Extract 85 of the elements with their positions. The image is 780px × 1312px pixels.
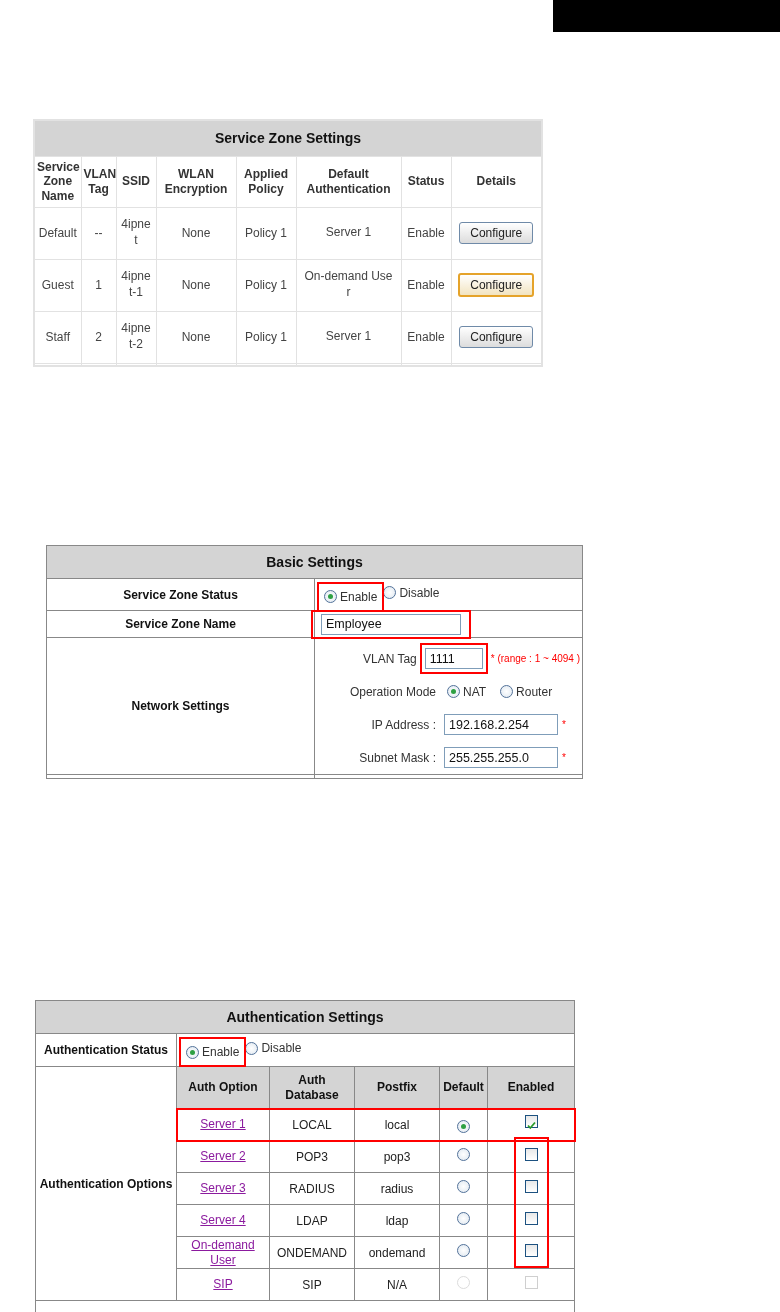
field-label: Authentication Status — [35, 1033, 177, 1067]
table-cell: Enable — [401, 207, 451, 259]
table-cell: Policy 1 — [236, 207, 296, 259]
table-cell: None — [156, 311, 236, 363]
default-radio[interactable] — [457, 1211, 470, 1225]
table-cell: 2 — [81, 311, 116, 363]
enabled-checkbox[interactable] — [524, 1179, 538, 1193]
column-header: WLAN Encryption — [156, 156, 236, 207]
column-header: Default — [439, 1066, 488, 1109]
default-radio[interactable] — [457, 1243, 470, 1257]
table-cell: ldap — [354, 1204, 440, 1237]
table-cell: ONDEMAND — [269, 1236, 355, 1269]
subnet-mask-field[interactable]: 255.255.255.0 — [444, 747, 558, 768]
column-header: Postfix — [354, 1066, 440, 1109]
table-cell: None — [156, 259, 236, 311]
column-header: Enabled — [487, 1066, 575, 1109]
column-header: Status — [401, 156, 451, 207]
status-radio[interactable]: Enable — [321, 585, 381, 608]
enabled-checkbox[interactable] — [524, 1243, 538, 1257]
radio-icon[interactable] — [324, 590, 337, 603]
field-label: Authentication Options — [35, 1066, 177, 1301]
radio-icon[interactable] — [500, 685, 514, 698]
table-cell: ondemand — [354, 1236, 440, 1269]
table-cell: RADIUS — [269, 1172, 355, 1205]
range-hint: * (range : 1 ~ 4094 ) — [490, 652, 580, 666]
table-cell: N/A — [354, 1268, 440, 1301]
table-cell: radius — [354, 1172, 440, 1205]
table-cell: POP3 — [269, 1140, 355, 1173]
table-cell: None — [156, 207, 236, 259]
column-header: Applied Policy — [236, 156, 296, 207]
column-header: Service Zone Name — [34, 156, 81, 207]
mode-radio[interactable]: NAT — [444, 680, 490, 703]
configure-button[interactable]: Configure — [459, 222, 534, 244]
column-header: Default Authentication — [296, 156, 401, 207]
field-label: Network Settings — [46, 637, 315, 775]
table-title: Authentication Settings — [35, 1000, 575, 1034]
table-cell: Policy 1 — [236, 311, 296, 363]
table-cell: Policy 1 — [236, 259, 296, 311]
default-radio[interactable] — [457, 1119, 470, 1133]
required-mark: * — [562, 718, 566, 732]
table-cell: -- — [81, 207, 116, 259]
column-header: Auth Option — [176, 1066, 270, 1109]
default-radio[interactable] — [457, 1147, 470, 1161]
table-title: Basic Settings — [46, 545, 583, 579]
table-cell: LDAP — [269, 1204, 355, 1237]
required-mark: * — [562, 751, 566, 765]
name-field[interactable]: Employee — [321, 613, 461, 635]
table-cell: Guest — [34, 259, 81, 311]
radio-icon[interactable] — [447, 685, 460, 698]
field-label: Service Zone Status — [46, 578, 315, 611]
enabled-checkbox[interactable] — [524, 1147, 538, 1161]
table-cell: Staff — [34, 311, 81, 363]
field-label: IP Address : — [370, 716, 436, 734]
column-header: VLAN Tag — [81, 156, 116, 207]
ip-address-field[interactable]: 192.168.2.254 — [444, 714, 558, 735]
enabled-checkbox[interactable] — [524, 1211, 538, 1225]
table-title: Service Zone Settings — [34, 120, 543, 156]
table-cell: SIP — [269, 1268, 355, 1301]
default-radio[interactable] — [457, 1179, 470, 1193]
mode-radio[interactable]: Router — [497, 680, 556, 703]
table-cell: On-demand User — [296, 259, 401, 311]
table-cell: pop3 — [354, 1140, 440, 1173]
radio-icon[interactable] — [186, 1045, 199, 1059]
status-radio[interactable]: Enable — [183, 1041, 243, 1063]
table-cell: 4ipnet — [116, 207, 156, 259]
vlan-tag-field[interactable]: 1111 — [424, 648, 483, 669]
table-cell: Enable — [401, 311, 451, 363]
table-cell: Default — [34, 207, 81, 259]
field-label: Service Zone Name — [46, 610, 315, 638]
status-radio[interactable]: Disable — [242, 1037, 305, 1059]
table-cell: 4ipnet-2 — [116, 311, 156, 363]
table-cell: Server 1 — [296, 207, 401, 259]
enabled-checkbox[interactable] — [524, 1115, 538, 1128]
field-label: VLAN Tag — [361, 650, 417, 668]
status-radio[interactable]: Disable — [380, 581, 443, 604]
configure-button[interactable]: Configure — [458, 273, 535, 297]
table-cell: Enable — [401, 259, 451, 311]
table-cell: 4ipnet-1 — [116, 259, 156, 311]
configure-button[interactable]: Configure — [459, 326, 534, 348]
column-header: SSID — [116, 156, 156, 207]
column-header: Auth Database — [269, 1066, 355, 1109]
table-cell: Server 1 — [296, 311, 401, 363]
table-cell: 1 — [81, 259, 116, 311]
field-label: Operation Mode — [348, 683, 436, 701]
field-label: Subnet Mask : — [358, 749, 436, 767]
